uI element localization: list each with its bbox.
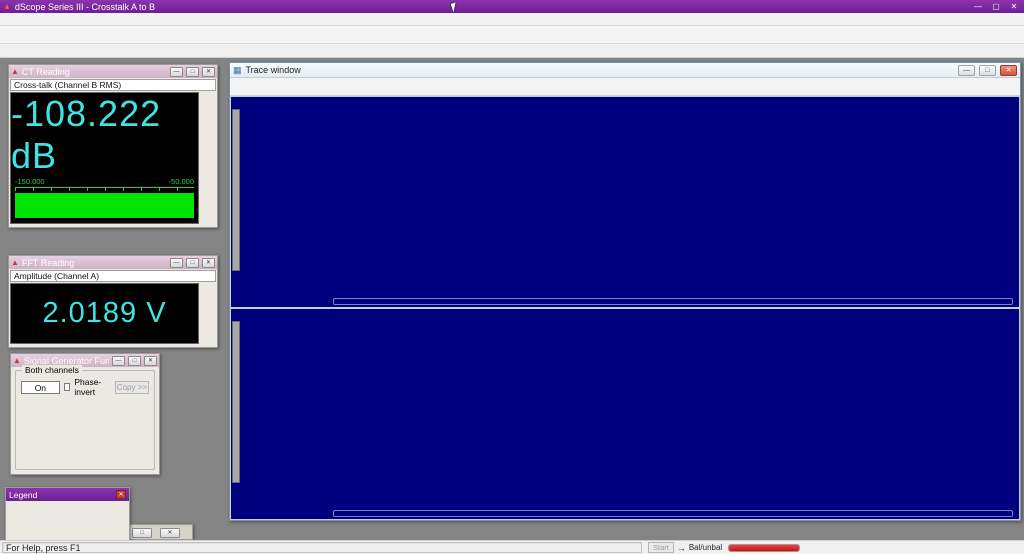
fft-minimize-button[interactable]: — xyxy=(170,258,183,268)
trace-close-button[interactable]: ✕ xyxy=(1000,65,1017,76)
status-bar: For Help, press F1 Start → Bal/unbal xyxy=(0,540,1024,554)
chart-a-dbu-axis-unit xyxy=(241,271,333,297)
window-title: dScope Series III - Crosstalk A to B xyxy=(15,2,967,12)
legend-caption[interactable]: Legend ✕ xyxy=(6,488,129,501)
legend-window: Legend ✕ xyxy=(5,487,130,541)
fft-maximize-button[interactable]: □ xyxy=(186,258,199,268)
level-meter xyxy=(728,544,800,552)
trace-maximize-button[interactable]: □ xyxy=(979,65,996,76)
legend-title: Legend xyxy=(9,490,37,500)
generator-on-button[interactable]: On xyxy=(21,381,60,394)
chart-b-dbu-axis-unit xyxy=(241,483,333,509)
app-logo-icon: ▲ xyxy=(3,3,11,11)
ct-reading-subtitle: Cross-talk (Channel B RMS) xyxy=(10,79,216,91)
fft-tool-rail xyxy=(199,283,216,344)
fft-reading-title: FFT Reading xyxy=(22,258,167,268)
signal-generator-title: Signal Generator Functi... xyxy=(24,356,109,366)
chart-a-vertical-scrollbar[interactable] xyxy=(232,109,240,271)
status-help-text: For Help, press F1 xyxy=(2,542,642,553)
trace-window-title: Trace window xyxy=(246,65,954,75)
bg-win-close-button[interactable]: ✕ xyxy=(160,528,180,538)
ct-reading-value: -108.222 dB xyxy=(11,93,198,177)
chart-b-v-axis-unit xyxy=(241,309,333,321)
dscope-window-icon: ▲ xyxy=(11,259,19,267)
ct-scale-min: -150.000 xyxy=(15,177,45,186)
both-channels-label: Both channels xyxy=(22,365,82,375)
ct-reading-display: -108.222 dB -150.000 -50.000 xyxy=(10,92,199,224)
trace-window: ▦ Trace window — □ ✕ xyxy=(229,62,1021,521)
chart-b-horizontal-scrollbar[interactable] xyxy=(333,510,1013,517)
start-button[interactable]: Start xyxy=(648,542,674,553)
fft-reading-subtitle: Amplitude (Channel A) xyxy=(10,270,216,282)
trace-toolbar xyxy=(230,78,1020,96)
fft-reading-value: 2.0189 V xyxy=(11,284,198,343)
user-bar xyxy=(0,44,1024,58)
ct-close-button[interactable]: ✕ xyxy=(202,67,215,77)
main-toolbar xyxy=(0,26,1024,44)
ct-reading-caption[interactable]: ▲ CT Reading — □ ✕ xyxy=(9,65,217,78)
route-arrow-icon: → xyxy=(677,543,686,553)
chart-a-horizontal-scrollbar[interactable] xyxy=(333,298,1013,305)
channel-a-chart-panel xyxy=(231,97,1019,307)
chart-a-x-axis xyxy=(333,271,1013,297)
fft-close-button[interactable]: ✕ xyxy=(202,258,215,268)
ct-reading-title: CT Reading xyxy=(22,67,167,77)
trace-window-caption[interactable]: ▦ Trace window — □ ✕ xyxy=(230,63,1020,78)
channel-b-chart-panel xyxy=(231,309,1019,519)
trace-minimize-button[interactable]: — xyxy=(958,65,975,76)
chart-b-vertical-scrollbar[interactable] xyxy=(232,321,240,483)
chart-a-y-axis xyxy=(241,109,333,271)
ct-bar-meter xyxy=(15,193,194,218)
app-titlebar: ▲ dScope Series III - Crosstalk A to B —… xyxy=(0,0,1024,13)
bg-win-maximize-button[interactable]: □ xyxy=(132,528,152,538)
close-window-button[interactable]: ✕ xyxy=(1007,2,1021,11)
fft-reading-window: ▲ FFT Reading — □ ✕ Amplitude (Channel A… xyxy=(8,255,218,348)
ct-scale: -150.000 -50.000 xyxy=(11,177,198,186)
dscope-window-icon: ▲ xyxy=(11,68,19,76)
ct-reading-window: ▲ CT Reading — □ ✕ Cross-talk (Channel B… xyxy=(8,64,218,228)
legend-close-button[interactable]: ✕ xyxy=(116,490,126,499)
chart-b-x-axis xyxy=(333,483,1013,509)
sg-maximize-button[interactable]: □ xyxy=(128,356,141,366)
phase-invert-label: Phase-invert xyxy=(74,377,111,397)
bal-unbal-label[interactable]: Bal/unbal xyxy=(689,543,722,552)
chart-a-plot-area[interactable] xyxy=(333,109,1013,271)
chart-b-plot-area[interactable] xyxy=(333,321,1013,483)
ct-minimize-button[interactable]: — xyxy=(170,67,183,77)
ct-scale-max: -50.000 xyxy=(169,177,194,186)
phase-invert-checkbox[interactable] xyxy=(64,383,71,391)
copy-button[interactable]: Copy >> xyxy=(115,381,149,394)
sg-close-button[interactable]: ✕ xyxy=(144,356,157,366)
ct-scale-ruler xyxy=(15,187,194,191)
chart-a-v-axis-unit xyxy=(241,97,333,109)
menu-bar xyxy=(0,13,1024,26)
ct-maximize-button[interactable]: □ xyxy=(186,67,199,77)
sg-minimize-button[interactable]: — xyxy=(112,356,125,366)
signal-generator-window: ▲ Signal Generator Functi... — □ ✕ Both … xyxy=(10,353,160,475)
dscope-window-icon: ▲ xyxy=(13,357,21,365)
fft-reading-display: 2.0189 V xyxy=(10,283,199,344)
maximize-window-button[interactable]: ▢ xyxy=(989,2,1003,11)
fft-reading-caption[interactable]: ▲ FFT Reading — □ ✕ xyxy=(9,256,217,269)
chart-b-y-axis xyxy=(241,321,333,483)
both-channels-group: Both channels On Phase-invert Copy >> xyxy=(15,370,155,470)
trace-window-icon: ▦ xyxy=(233,65,242,76)
minimize-window-button[interactable]: — xyxy=(971,2,985,11)
ct-tool-rail xyxy=(199,92,216,224)
